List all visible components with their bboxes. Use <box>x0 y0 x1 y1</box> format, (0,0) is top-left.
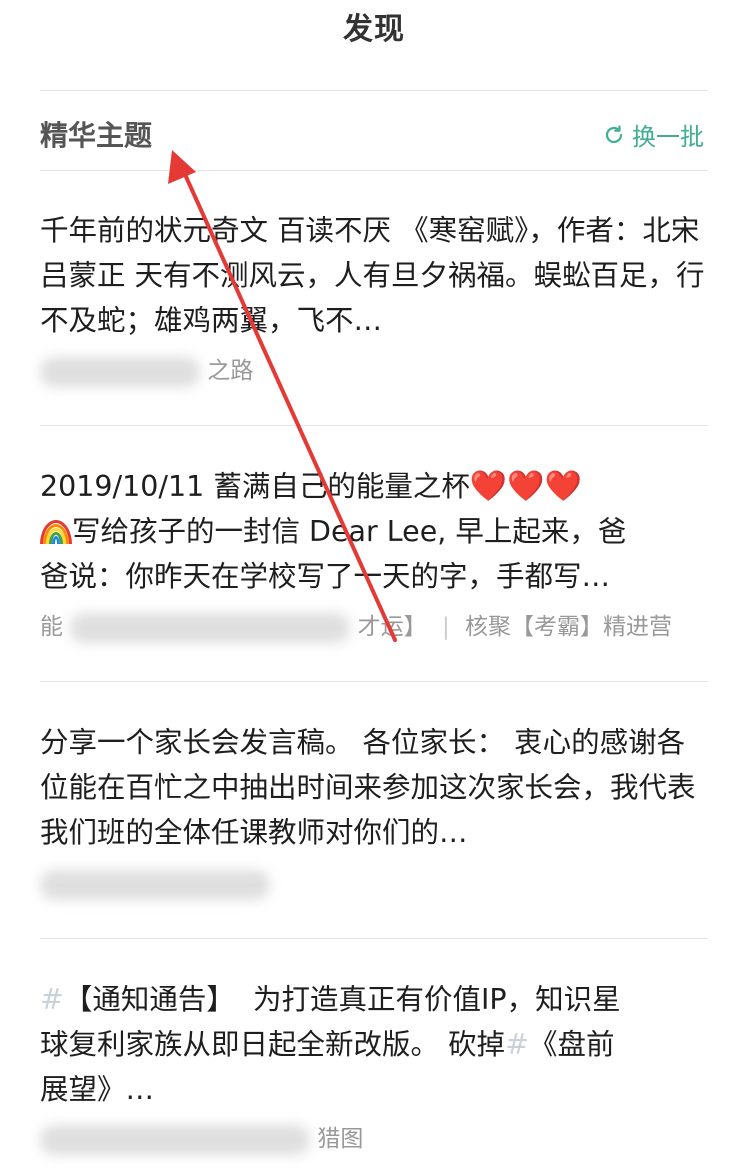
post-line: 2019/10/11 蓄满自己的能量之杯❤️❤️❤️ <box>40 469 582 504</box>
post-line: 球复利家族从即日起全新改版。 砍掉#《盘前 <box>40 1028 615 1061</box>
page-title: 发现 <box>343 12 405 47</box>
heart-icon: ❤️ <box>507 469 545 504</box>
post-item[interactable]: 千年前的状元奇文 百读不厌 《寒窑赋》，作者：北宋吕蒙正 天有不测风云，人有旦夕… <box>40 208 710 343</box>
post-group-name: 之路 <box>207 358 254 384</box>
post-item[interactable]: #【通知通告】 为打造真正有价值IP，知识星 球复利家族从即日起全新改版。 砍掉… <box>40 977 710 1112</box>
hashtag-mark: # <box>505 1028 529 1061</box>
post-line: 展望》… <box>40 1073 155 1106</box>
refresh-button[interactable]: 换一批 <box>602 117 704 152</box>
post-meta[interactable]: 能 才运】 | 核聚【考霸】精进营 <box>40 609 710 645</box>
post-text: 分享一个家长会发言稿。 各位家长： 衷心的感谢各位能在百忙之中抽出时间来参加这次… <box>40 726 696 849</box>
heart-icon: ❤️ <box>544 469 582 504</box>
hashtag-text[interactable]: 【通知通告】 <box>64 983 235 1016</box>
divider <box>40 90 708 91</box>
hashtag-mark: # <box>40 983 64 1016</box>
post-item[interactable]: 分享一个家长会发言稿。 各位家长： 衷心的感谢各位能在百忙之中抽出时间来参加这次… <box>40 720 710 855</box>
divider <box>40 170 708 171</box>
heart-icon: ❤️ <box>469 469 508 504</box>
blurred-author <box>40 869 270 900</box>
divider <box>40 938 708 939</box>
refresh-icon <box>605 124 623 143</box>
post-line: #【通知通告】 为打造真正有价值IP，知识星 <box>40 983 621 1016</box>
section-title: 精华主题 <box>40 119 153 152</box>
post-line: 写给孩子的一封信 Dear Lee, 早上起来，爸 <box>40 509 710 554</box>
blurred-author <box>40 1124 310 1155</box>
blurred-author <box>40 356 200 387</box>
divider <box>40 425 708 426</box>
post-meta[interactable]: 之路 <box>40 353 710 389</box>
rainbow-icon <box>40 518 72 544</box>
divider <box>40 681 708 682</box>
refresh-label: 换一批 <box>632 123 704 151</box>
post-group-name: 猎图 <box>317 1126 364 1152</box>
post-line: 爸说：你昨天在学校写了一天的字，手都写… <box>40 560 611 593</box>
post-text: 千年前的状元奇文 百读不厌 《寒窑赋》，作者：北宋吕蒙正 天有不测风云，人有旦夕… <box>40 214 705 337</box>
post-meta[interactable] <box>40 866 710 902</box>
post-meta[interactable]: 猎图 <box>40 1121 710 1157</box>
post-group-name: 核聚【考霸】精进营 <box>465 614 672 640</box>
blurred-author <box>70 612 351 643</box>
hashtag-text[interactable]: 《盘前 <box>529 1028 615 1061</box>
post-item[interactable]: 2019/10/11 蓄满自己的能量之杯❤️❤️❤️ 写给孩子的一封信 Dear… <box>40 464 710 599</box>
